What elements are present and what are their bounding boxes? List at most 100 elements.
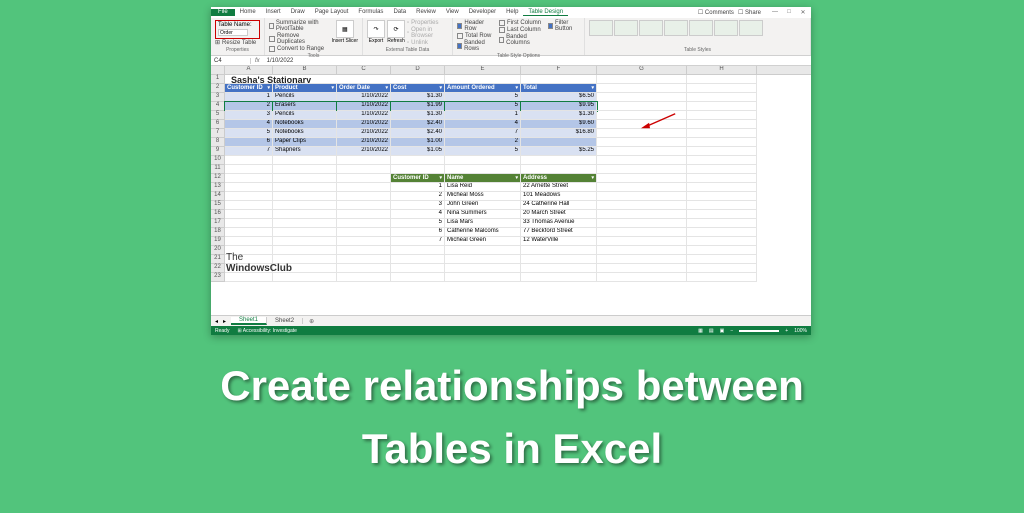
- cell[interactable]: [225, 174, 273, 183]
- cell[interactable]: [687, 210, 757, 219]
- row-number[interactable]: 5: [211, 111, 225, 120]
- cell[interactable]: 5: [391, 219, 445, 228]
- cell[interactable]: [687, 246, 757, 255]
- cell[interactable]: [597, 210, 687, 219]
- zoom-level[interactable]: 100%: [794, 328, 807, 334]
- column-header[interactable]: B: [273, 66, 337, 74]
- column-header[interactable]: D: [391, 66, 445, 74]
- cell[interactable]: Lisa Mars: [445, 219, 521, 228]
- ext-properties-button[interactable]: ▫Properties: [407, 20, 448, 26]
- cell[interactable]: Lisa Reid: [445, 183, 521, 192]
- select-all-corner[interactable]: [211, 66, 225, 74]
- cell[interactable]: [687, 174, 757, 183]
- cell[interactable]: 1/10/2022: [337, 111, 391, 120]
- cell[interactable]: [273, 156, 337, 165]
- row-number[interactable]: 14: [211, 192, 225, 201]
- row-number[interactable]: 11: [211, 165, 225, 174]
- cell[interactable]: Shapners: [273, 147, 337, 156]
- row-number[interactable]: 1: [211, 75, 225, 84]
- menu-draw[interactable]: Draw: [286, 9, 310, 16]
- cell[interactable]: [337, 201, 391, 210]
- cell[interactable]: [521, 246, 597, 255]
- header-row-check[interactable]: Header Row: [457, 20, 493, 32]
- cell[interactable]: [597, 228, 687, 237]
- cell[interactable]: [687, 219, 757, 228]
- cell[interactable]: 20 March Street: [521, 210, 597, 219]
- cell[interactable]: [225, 201, 273, 210]
- minimize-icon[interactable]: —: [771, 9, 779, 16]
- cell[interactable]: Micheal Moss: [445, 192, 521, 201]
- cell[interactable]: [273, 183, 337, 192]
- filter-button-check[interactable]: Filter Button: [548, 20, 580, 32]
- cell[interactable]: Micheal Green: [445, 237, 521, 246]
- name-box[interactable]: C4: [211, 58, 251, 64]
- menu-view[interactable]: View: [441, 9, 464, 16]
- cell[interactable]: [273, 219, 337, 228]
- zoom-slider[interactable]: [739, 330, 779, 332]
- tab-sheet1[interactable]: Sheet1: [231, 317, 267, 325]
- cell[interactable]: [687, 138, 757, 147]
- remove-duplicates-button[interactable]: Remove Duplicates: [269, 33, 329, 45]
- row-number[interactable]: 23: [211, 273, 225, 282]
- style-swatch[interactable]: [639, 20, 663, 36]
- cell[interactable]: [687, 102, 757, 111]
- cell[interactable]: [521, 75, 597, 84]
- cell[interactable]: [687, 147, 757, 156]
- cell[interactable]: Notebooks: [273, 120, 337, 129]
- comments-button[interactable]: ☐ Comments: [698, 9, 734, 16]
- cell[interactable]: [391, 156, 445, 165]
- cell[interactable]: [225, 237, 273, 246]
- cell[interactable]: $9.95: [521, 102, 597, 111]
- row-number[interactable]: 17: [211, 219, 225, 228]
- row-number[interactable]: 15: [211, 201, 225, 210]
- table-header-cell[interactable]: Customer ID▾: [225, 84, 273, 93]
- cell[interactable]: $1.05: [391, 147, 445, 156]
- cell[interactable]: [687, 192, 757, 201]
- cell[interactable]: 5: [225, 129, 273, 138]
- cell[interactable]: [597, 264, 687, 273]
- cell[interactable]: [225, 273, 273, 282]
- row-number[interactable]: 19: [211, 237, 225, 246]
- cell[interactable]: [687, 264, 757, 273]
- cell[interactable]: [687, 156, 757, 165]
- cell[interactable]: Paper Clips: [273, 138, 337, 147]
- cell[interactable]: [521, 273, 597, 282]
- total-row-check[interactable]: Total Row: [457, 33, 493, 39]
- cell[interactable]: [521, 138, 597, 147]
- cell[interactable]: [391, 246, 445, 255]
- refresh-icon[interactable]: ⟳: [387, 20, 405, 38]
- cell[interactable]: [391, 273, 445, 282]
- cell[interactable]: $1.30: [391, 111, 445, 120]
- cell[interactable]: [597, 192, 687, 201]
- maximize-icon[interactable]: □: [785, 9, 793, 16]
- menu-developer[interactable]: Developer: [464, 9, 501, 16]
- cell[interactable]: [687, 111, 757, 120]
- cell[interactable]: [225, 165, 273, 174]
- cell[interactable]: [521, 255, 597, 264]
- cell[interactable]: Sasha's Stationary: [225, 75, 391, 84]
- cell[interactable]: [687, 228, 757, 237]
- menu-home[interactable]: Home: [235, 9, 261, 16]
- row-number[interactable]: 18: [211, 228, 225, 237]
- cell[interactable]: [337, 246, 391, 255]
- cell[interactable]: [597, 75, 687, 84]
- cell[interactable]: 6: [391, 228, 445, 237]
- menu-review[interactable]: Review: [411, 9, 441, 16]
- cell[interactable]: [521, 165, 597, 174]
- cell[interactable]: [445, 273, 521, 282]
- cell[interactable]: 1/10/2022: [337, 102, 391, 111]
- convert-range-button[interactable]: Convert to Range: [269, 46, 329, 52]
- cell[interactable]: [337, 165, 391, 174]
- table-name-input[interactable]: [218, 29, 248, 36]
- cell[interactable]: [445, 156, 521, 165]
- table-header-cell[interactable]: Amount Ordered▾: [445, 84, 521, 93]
- cell[interactable]: 4: [225, 120, 273, 129]
- last-col-check[interactable]: Last Column: [499, 27, 542, 33]
- cell[interactable]: 2/10/2022: [337, 120, 391, 129]
- cell[interactable]: [597, 183, 687, 192]
- cell[interactable]: [337, 255, 391, 264]
- cell[interactable]: Nina Summers: [445, 210, 521, 219]
- cell[interactable]: 3: [225, 111, 273, 120]
- cell[interactable]: [225, 219, 273, 228]
- cell[interactable]: 2/10/2022: [337, 129, 391, 138]
